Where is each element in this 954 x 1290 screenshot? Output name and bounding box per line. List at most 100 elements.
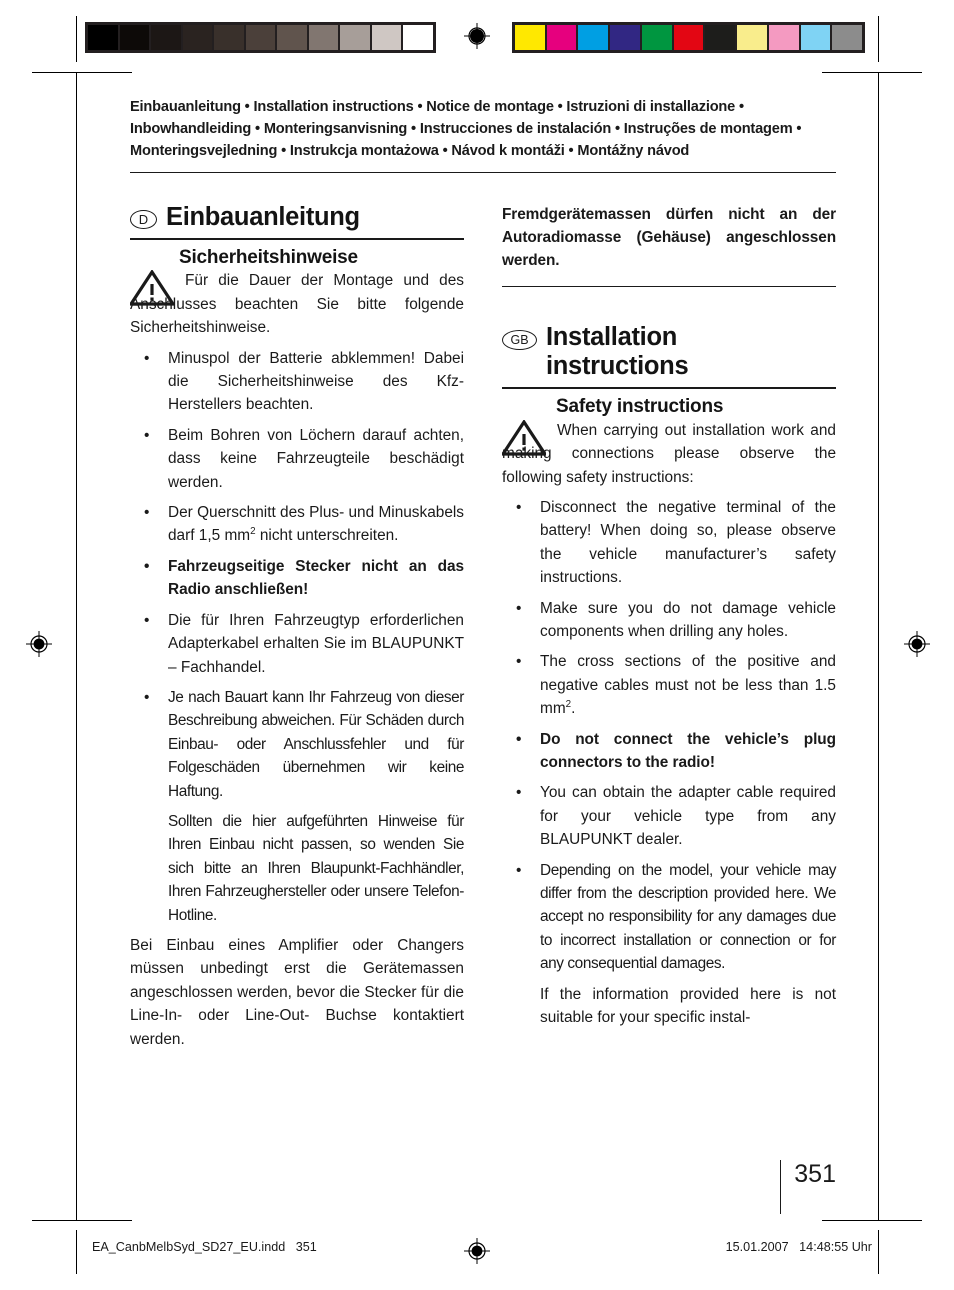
list-item: • Disconnect the negative terminal of th… [502,496,836,590]
color-patch [546,25,577,50]
list-item-text: Depending on the model, your vehicle may… [540,861,836,973]
gray-patch [340,25,370,50]
section-title-english-line1: Installation [546,322,677,351]
list-item: • Make sure you do not damage vehicle co… [502,597,836,644]
color-patch [705,25,736,50]
section-heading-einbauanleitung: D Einbauanleitung [130,203,464,232]
warning-intro-block-german: Für die Dauer der Montage und des Anschl… [130,269,464,339]
crop-line-left-top [76,16,77,62]
list-item-text: Minuspol der Batterie abklemmen! Dabei d… [168,349,464,414]
list-item-text: Fahrzeugseitige Stecker nicht an das Rad… [168,557,464,599]
color-patch [578,25,609,50]
subheading-sicherheitshinweise: Sicherheitshinweise [179,246,358,268]
section-title-english-line2: instructions [546,351,689,380]
gray-patch [88,25,118,50]
color-patch [610,25,640,50]
grayscale-step-wedge [85,22,436,53]
bullet-marker: • [144,426,150,444]
carryover-bold-paragraph: Fremdgerätemassen dürfen nicht an der Au… [502,205,836,270]
bullet-marker: • [144,611,150,629]
gray-patch [245,25,276,50]
gray-patch [371,25,402,50]
list-item-text-cont: . [571,700,576,718]
list-item: • Die für Ihren Fahrzeugtyp erforderlich… [130,609,464,679]
footer-filename: EA_CanbMelbSyd_SD27_EU.indd 351 [92,1240,317,1254]
list-item-text-cont: nicht unterschreiten. [255,527,399,545]
gray-patch [214,25,244,50]
bullet-marker: • [144,557,150,575]
list-item-text: The cross sections of the positive and n… [540,653,836,718]
crop-line-right-body [878,72,879,1220]
list-item: • Je nach Bauart kann Ihr Fahrzeug von d… [130,686,464,803]
bullet-marker: • [516,861,522,879]
section-title-english: Installation instructions [546,322,689,381]
list-item: • The cross sections of the positive and… [502,650,836,720]
list-item-text: Make sure you do not damage vehicle comp… [540,599,836,640]
list-item-text: Die für Ihren Fahrzeugtyp erforderlichen… [168,611,464,676]
column-english: Fremdgerätemassen dürfen nicht an der Au… [502,203,836,1059]
bullet-marker: • [516,498,522,516]
list-item-text: Disconnect the negative terminal of the … [540,498,836,587]
subheading-safety-instructions: Safety instructions [556,395,724,417]
crop-line-top-right [822,72,922,73]
section-heading-installation-instructions: GB Installation instructions [502,323,836,381]
bullet-marker: • [144,349,150,367]
list-item-text: You can obtain the adapter cable require… [540,784,836,849]
gray-patch [151,25,181,50]
process-color-control-strip [512,22,865,53]
page-number: 351 [794,1160,836,1188]
bullet-marker: • [144,688,150,706]
registration-target-icon-left [26,631,52,657]
list-item: • You can obtain the adapter cable requi… [502,781,836,851]
gray-patch [403,25,434,50]
closing-paragraph-german: Bei Einbau eines Amplifier oder Changers… [130,936,464,1048]
warning-triangle-icon-english [502,419,546,456]
intro-paragraph-english: When carrying out installation work and … [502,421,836,486]
bullet-marker: • [516,784,522,802]
sub-paragraph-english: If the information provided here is not … [540,985,836,1027]
list-item: • Depending on the model, your vehicle m… [502,859,836,976]
folio-rule [779,1160,782,1214]
list-item: • Do not connect the vehicle’s plug conn… [502,728,836,775]
color-patch [515,25,545,50]
color-patch [641,25,672,50]
registration-target-icon-right [904,631,930,657]
crop-line-top-left [32,72,132,73]
safety-bullet-list-english: • Disconnect the negative terminal of th… [502,496,836,976]
section-rule-english [502,386,836,389]
warning-triangle-icon-german [130,270,174,307]
list-item-text: Je nach Bauart kann Ihr Fahrzeug von die… [168,688,464,800]
color-patch [832,25,863,50]
crop-line-bottom-right [822,1220,922,1221]
sub-paragraph-german: Sollten die hier aufgeführten Hinweise f… [168,812,464,924]
section-rule-german [130,237,464,240]
two-column-layout: D Einbauanleitung Sicherheitshinweise Fü… [130,203,836,1059]
crop-line-bottom-left [32,1220,132,1221]
section-title-german: Einbauanleitung [166,202,360,231]
crop-line-left-body [76,72,77,1220]
safety-bullet-list-german: • Minuspol der Batterie abklemmen! Dabei… [130,347,464,803]
crop-line-right-top [878,16,879,62]
color-patch [800,25,831,50]
color-patch [737,25,767,50]
list-item: • Der Querschnitt des Plus- und Minuskab… [130,501,464,548]
language-badge-gb: GB [502,329,537,350]
footer-timestamp: 15.01.2007 14:48:55 Uhr [725,1240,872,1254]
list-item: • Beim Bohren von Löchern darauf achten,… [130,424,464,494]
banner-divider [130,171,836,173]
gray-patch [308,25,339,50]
list-item: • Minuspol der Batterie abklemmen! Dabei… [130,347,464,417]
folio: 351 [779,1160,836,1214]
list-item: • Fahrzeugseitige Stecker nicht an das R… [130,555,464,602]
list-item-text: Beim Bohren von Löchern darauf achten, d… [168,426,464,491]
bullet-marker: • [516,653,522,671]
gray-patch [277,25,307,50]
intro-paragraph-german: Für die Dauer der Montage und des Anschl… [130,272,464,337]
bullet-marker: • [516,599,522,617]
carryover-divider [502,285,836,287]
language-badge-d: D [130,209,157,229]
color-patch [768,25,799,50]
warning-intro-block-english: When carrying out installation work and … [502,419,836,489]
page-content: Einbauanleitung • Installation instructi… [130,96,836,1058]
column-german: D Einbauanleitung Sicherheitshinweise Fü… [130,203,464,1059]
